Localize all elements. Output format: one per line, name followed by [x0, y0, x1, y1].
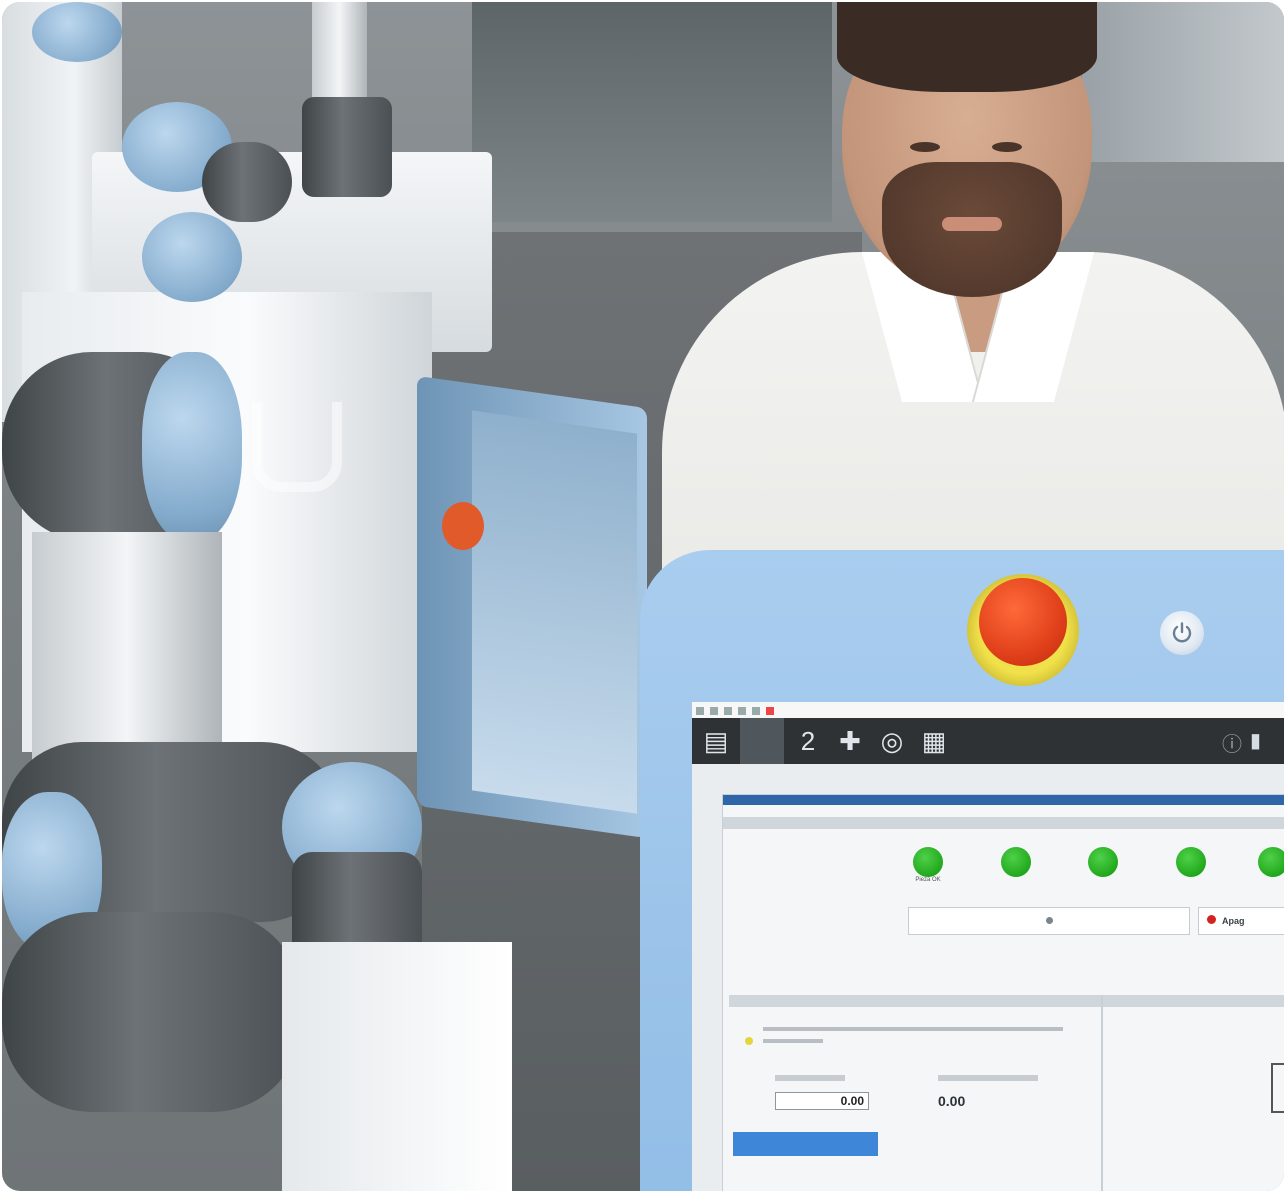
- status-item: Pieza OK: [898, 847, 958, 884]
- move-icon[interactable]: ✚: [832, 723, 868, 759]
- side-bracket-icon: [1271, 1063, 1284, 1113]
- video-frame: ▤ 2 ✚ ◎ ▦ ⓘ ▮ Pieza OK Apag 0.00 0.00: [2, 2, 1284, 1191]
- action-button[interactable]: [733, 1132, 878, 1156]
- status-label: Pieza OK: [915, 877, 941, 883]
- background-wall: [1082, 2, 1284, 162]
- robot-arm-link: [202, 142, 292, 222]
- field-label: [938, 1075, 1038, 1081]
- status-item: [1243, 847, 1284, 877]
- status-light-green: [1088, 847, 1118, 877]
- start-icon: [1045, 917, 1053, 924]
- stand-estop-button: [442, 502, 484, 550]
- folder-icon[interactable]: ▮: [1250, 728, 1261, 753]
- person-eye: [910, 142, 940, 152]
- right-section-header: [1105, 995, 1284, 1007]
- tab-selected[interactable]: [740, 718, 784, 764]
- robot-cabinet-front: [282, 942, 512, 1191]
- info-icon[interactable]: ⓘ: [1222, 728, 1242, 757]
- background-window: [472, 2, 832, 222]
- screen-toolbar: ▤ 2 ✚ ◎ ▦ ⓘ ▮: [692, 718, 1284, 764]
- robot-arm-upper: [32, 532, 222, 762]
- value-input[interactable]: 0.00: [775, 1092, 869, 1110]
- person-hair: [837, 2, 1097, 92]
- number-icon[interactable]: 2: [790, 723, 826, 759]
- emergency-stop-button[interactable]: [979, 578, 1067, 666]
- person-eye: [992, 142, 1022, 152]
- status-light-green: [1176, 847, 1206, 877]
- cabinet-logo: [252, 402, 342, 492]
- stop-icon: [1207, 915, 1216, 924]
- stand-tablet-screen: [472, 410, 637, 814]
- start-button[interactable]: [908, 907, 1190, 935]
- status-light-green: [1001, 847, 1031, 877]
- robot-arm-link: [312, 2, 367, 112]
- pendant-screen: ▤ 2 ✚ ◎ ▦ ⓘ ▮ Pieza OK Apag 0.00 0.00: [692, 702, 1284, 1191]
- robot-joint: [142, 212, 242, 302]
- person-mouth: [942, 217, 1002, 231]
- left-section-header: [729, 995, 1105, 1007]
- status-row: Pieza OK: [898, 847, 1284, 907]
- program-icon[interactable]: ▤: [698, 723, 734, 759]
- log-icon[interactable]: ▦: [916, 723, 952, 759]
- info-text-line: [763, 1039, 823, 1043]
- power-icon: [1172, 622, 1192, 643]
- field-label: [775, 1075, 845, 1081]
- status-light-green: [913, 847, 943, 877]
- robot-arm-base: [2, 912, 302, 1112]
- status-item: [1161, 847, 1221, 877]
- status-light-green: [1258, 847, 1284, 877]
- status-item: [1073, 847, 1133, 877]
- value-display: 0.00: [938, 1093, 966, 1109]
- robot-joint: [32, 2, 122, 62]
- robot-joint: [142, 352, 242, 542]
- stop-button[interactable]: Apag: [1198, 907, 1284, 935]
- main-panel: Pieza OK Apag 0.00 0.00: [722, 794, 1284, 1191]
- warning-icon: [745, 1037, 753, 1045]
- screen-titlebar: [692, 702, 1284, 718]
- status-item: [986, 847, 1046, 877]
- value-input-text: 0.00: [840, 1094, 864, 1108]
- section-header: [723, 817, 1284, 829]
- stop-button-label: Apag: [1222, 916, 1245, 926]
- robot-arm-wrist: [302, 97, 392, 197]
- power-button[interactable]: [1160, 611, 1204, 655]
- info-text-line: [763, 1027, 1063, 1031]
- section-divider: [1101, 995, 1103, 1191]
- panel-header: [723, 795, 1284, 805]
- io-icon[interactable]: ◎: [874, 723, 910, 759]
